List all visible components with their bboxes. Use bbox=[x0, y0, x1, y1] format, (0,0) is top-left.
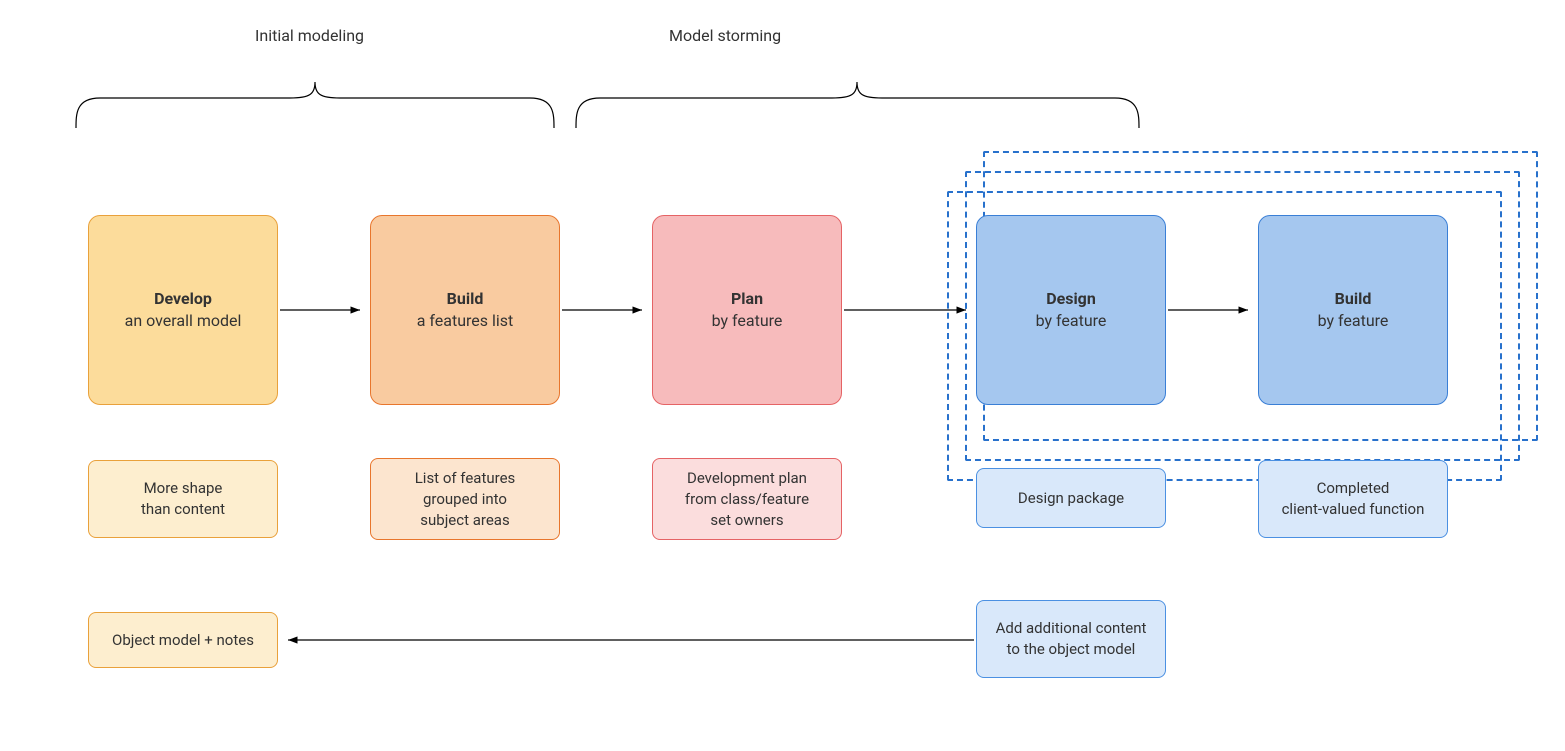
box-develop-title: Develop bbox=[154, 288, 212, 310]
box-build1: Build a features list bbox=[370, 215, 560, 405]
note-addcontent: Add additional contentto the object mode… bbox=[976, 600, 1166, 678]
box-plan-sub: by feature bbox=[712, 310, 783, 332]
arrow-feedback bbox=[278, 630, 978, 650]
box-design-title: Design bbox=[1046, 288, 1096, 310]
box-build2: Build by feature bbox=[1258, 215, 1448, 405]
note-develop: More shapethan content bbox=[88, 460, 278, 538]
box-plan: Plan by feature bbox=[652, 215, 842, 405]
arrow-4 bbox=[1166, 300, 1258, 320]
box-build2-title: Build bbox=[1335, 288, 1372, 310]
arrow-3 bbox=[842, 300, 976, 320]
box-build1-sub: a features list bbox=[417, 310, 514, 332]
phase-label-initial: Initial modeling bbox=[255, 26, 364, 45]
box-design: Design by feature bbox=[976, 215, 1166, 405]
note-build1: List of featuresgrouped intosubject area… bbox=[370, 458, 560, 540]
box-build1-title: Build bbox=[447, 288, 484, 310]
phase-label-storming: Model storming bbox=[669, 26, 781, 45]
box-build2-sub: by feature bbox=[1318, 310, 1389, 332]
box-develop-sub: an overall model bbox=[125, 310, 242, 332]
box-develop: Develop an overall model bbox=[88, 215, 278, 405]
arrow-1 bbox=[278, 300, 370, 320]
arrow-2 bbox=[560, 300, 652, 320]
note-plan: Development planfrom class/featureset ow… bbox=[652, 458, 842, 540]
box-plan-title: Plan bbox=[731, 288, 763, 310]
box-design-sub: by feature bbox=[1036, 310, 1107, 332]
brace-initial bbox=[70, 54, 560, 134]
note-build2: Completedclient-valued function bbox=[1258, 460, 1448, 538]
note-design: Design package bbox=[976, 468, 1166, 528]
note-objectmodel: Object model + notes bbox=[88, 612, 278, 668]
brace-storming bbox=[570, 54, 1145, 134]
